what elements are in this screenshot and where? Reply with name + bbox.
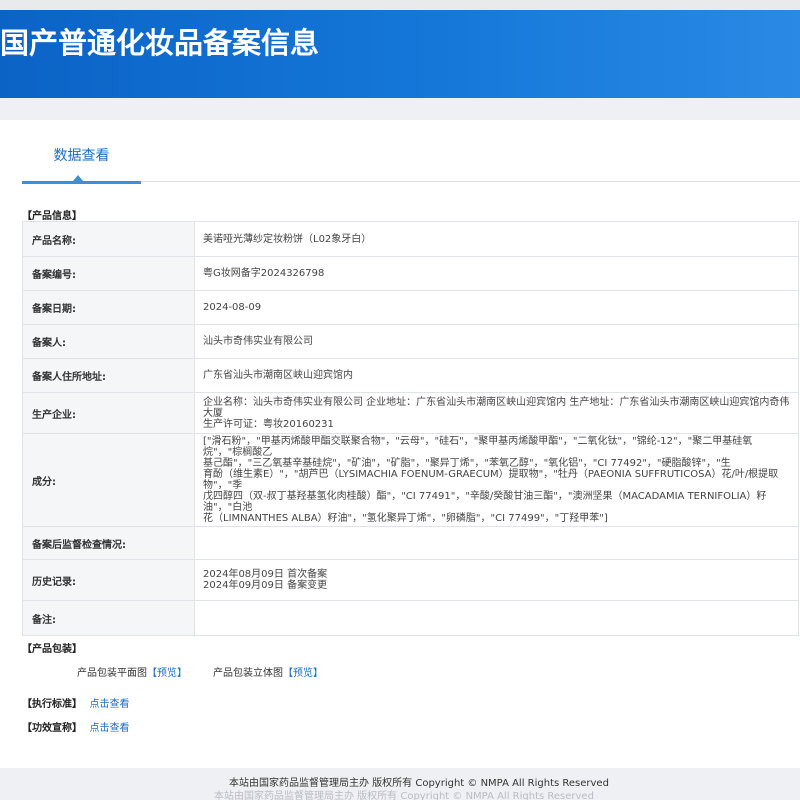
- packaging-stereo-preview-link[interactable]: 【预览】: [283, 668, 323, 679]
- value-line: 戊四醇四（双-叔丁基羟基氢化肉桂酸）酯"，"CI 77491"，"辛酸/癸酸甘油…: [203, 491, 767, 513]
- table-row: 备案日期: 2024-08-09: [22, 290, 799, 325]
- row-value: [194, 600, 799, 636]
- section-standard-label: 【执行标准】: [22, 699, 82, 710]
- row-key: 成分:: [22, 433, 195, 527]
- table-row: 产品名称: 美诺哑光薄纱定妆粉饼（L02象牙白）: [22, 221, 799, 257]
- table-row: 备案后监督检查情况:: [22, 526, 799, 560]
- ingredients-value: ["滑石粉"，"甲基丙烯酸甲酯交联聚合物"，"云母"，"硅石"，"聚甲基丙烯酸甲…: [194, 433, 799, 527]
- tab-caret-icon: [73, 175, 83, 181]
- value-line: 广东省汕头市潮南区峡山迎宾馆内: [203, 370, 353, 381]
- table-row: 备注:: [22, 600, 799, 636]
- table-row: 备案人住所地址: 广东省汕头市潮南区峡山迎宾馆内: [22, 358, 799, 393]
- row-key: 备案日期:: [22, 290, 195, 325]
- section-product-info: 【产品信息】: [22, 211, 82, 222]
- table-row: 生产企业: 企业名称：汕头市奇伟实业有限公司 企业地址：广东省汕头市潮南区峡山迎…: [22, 392, 799, 434]
- product-info-table: 产品名称: 美诺哑光薄纱定妆粉饼（L02象牙白） 备案编号: 粤G妆网备字202…: [22, 221, 799, 636]
- header-banner: 国产普通化妆品备案信息: [0, 10, 800, 98]
- row-value: 企业名称：汕头市奇伟实业有限公司 企业地址：广东省汕头市潮南区峡山迎宾馆内 生产…: [194, 392, 799, 434]
- value-line: 花（LIMNANTHES ALBA）籽油"，"氢化聚异丁烯"，"卵磷脂"，"CI…: [203, 513, 608, 524]
- row-value: 美诺哑光薄纱定妆粉饼（L02象牙白）: [194, 221, 799, 257]
- packaging-stereo: 产品包装立体图【预览】: [213, 664, 323, 679]
- row-key: 备案后监督检查情况:: [22, 526, 195, 560]
- section-packaging: 【产品包装】: [22, 644, 82, 655]
- value-line: 2024年09月09日 备案变更: [203, 580, 328, 591]
- row-value: 广东省汕头市潮南区峡山迎宾馆内: [194, 358, 799, 393]
- tab-data-view[interactable]: 数据查看: [22, 138, 141, 184]
- value-line: ["滑石粉"，"甲基丙烯酸甲酯交联聚合物"，"云母"，"硅石"，"聚甲基丙烯酸甲…: [203, 436, 753, 458]
- value-line: 2024年08月09日 首次备案: [203, 569, 328, 580]
- packaging-flat-label: 产品包装平面图: [77, 668, 147, 679]
- table-row: 历史记录: 2024年08月09日 首次备案 2024年09月09日 备案变更: [22, 559, 799, 601]
- row-key: 备案人:: [22, 324, 195, 359]
- section-standard: 【执行标准】 点击查看: [22, 695, 129, 710]
- tab-data-view-label: 数据查看: [53, 148, 110, 164]
- packaging-flat: 产品包装平面图【预览】: [77, 664, 187, 679]
- row-key: 备注:: [22, 600, 195, 636]
- section-efficacy-label: 【功效宣称】: [22, 723, 82, 734]
- value-line: 2024-08-09: [203, 302, 262, 313]
- packaging-stereo-label: 产品包装立体图: [213, 668, 283, 679]
- row-value: 汕头市奇伟实业有限公司: [194, 324, 799, 359]
- row-value: [194, 526, 799, 560]
- tab-active-underline: [22, 181, 141, 184]
- value-line: 汕头市奇伟实业有限公司: [203, 336, 313, 347]
- row-key: 备案编号:: [22, 256, 195, 291]
- value-line: 育酚（维生素E）"，"胡芦巴（LYSIMACHIA FOENUM-GRAECUM…: [203, 469, 779, 491]
- standard-view-link[interactable]: 点击查看: [89, 699, 129, 710]
- footer: 本站由国家药品监督管理局主办 版权所有 Copyright © NMPA All…: [0, 768, 800, 800]
- value-line: 美诺哑光薄纱定妆粉饼（L02象牙白）: [203, 233, 372, 245]
- packaging-flat-preview-link[interactable]: 【预览】: [147, 668, 187, 679]
- header-band: [0, 98, 800, 120]
- table-row: 备案人: 汕头市奇伟实业有限公司: [22, 324, 799, 359]
- top-strip: [0, 0, 800, 10]
- row-key: 备案人住所地址:: [22, 358, 195, 393]
- value-line: 基己酯"，"三乙氧基辛基硅烷"，"矿油"，"矿脂"，"聚异丁烯"，"苯氧乙醇"，…: [203, 458, 731, 469]
- tab-bar: 数据查看: [22, 138, 800, 184]
- table-row: 成分: ["滑石粉"，"甲基丙烯酸甲酯交联聚合物"，"云母"，"硅石"，"聚甲基…: [22, 433, 799, 527]
- page-title: 国产普通化妆品备案信息: [0, 26, 320, 60]
- row-value: 2024年08月09日 首次备案 2024年09月09日 备案变更: [194, 559, 799, 601]
- row-key: 产品名称:: [22, 221, 195, 257]
- value-line: 企业名称：汕头市奇伟实业有限公司 企业地址：广东省汕头市潮南区峡山迎宾馆内 生产…: [203, 396, 790, 419]
- row-value: 粤G妆网备字2024326798: [194, 256, 799, 291]
- row-key: 生产企业:: [22, 392, 195, 434]
- row-value: 2024-08-09: [194, 290, 799, 325]
- efficacy-view-link[interactable]: 点击查看: [89, 723, 129, 734]
- section-efficacy: 【功效宣称】 点击查看: [22, 719, 129, 734]
- row-key: 历史记录:: [22, 559, 195, 601]
- table-row: 备案编号: 粤G妆网备字2024326798: [22, 256, 799, 291]
- value-line: 生产许可证：粤妆20160231: [203, 418, 334, 430]
- value-line: 粤G妆网备字2024326798: [203, 268, 325, 279]
- footer-copyright-ghost: 本站由国家药品监督管理局主办 版权所有 Copyright © NMPA All…: [214, 791, 594, 800]
